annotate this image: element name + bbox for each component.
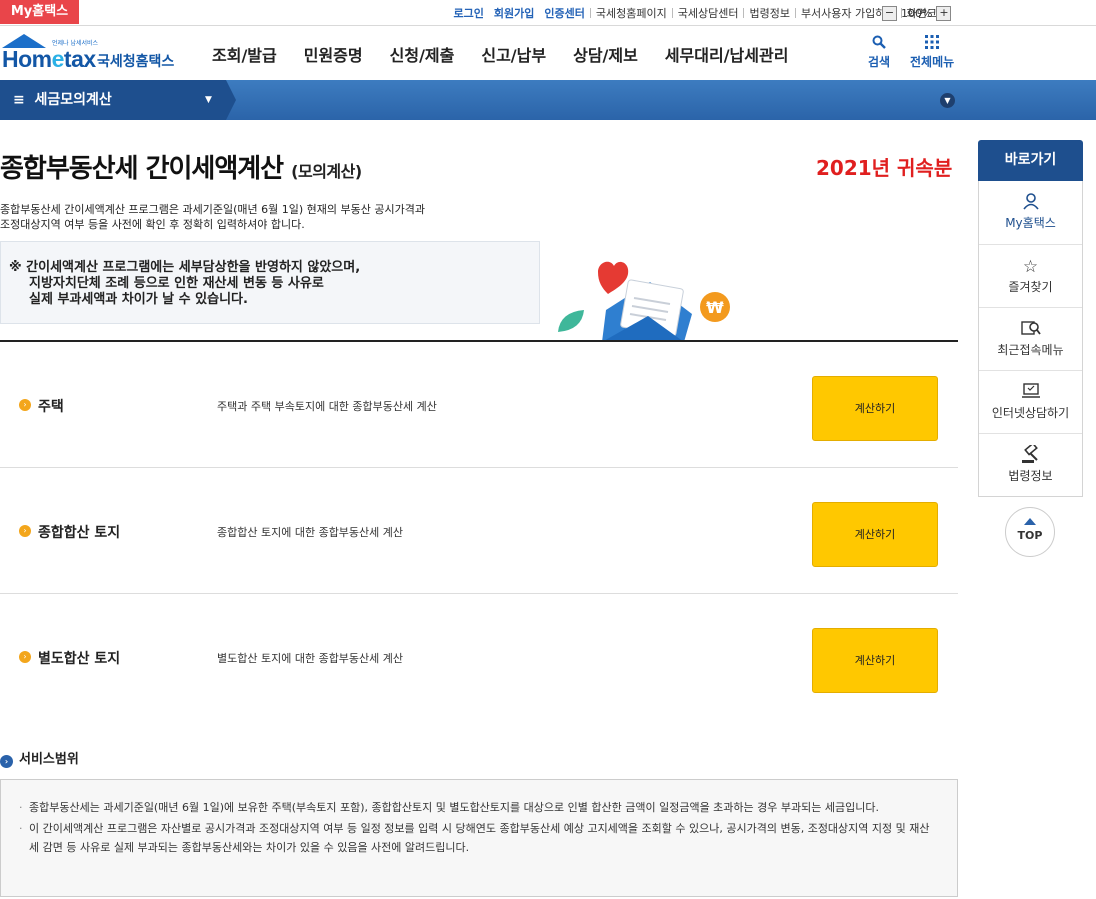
heart-icon [598, 261, 629, 294]
page-title: 종합부동산세 간이세액계산 (모의계산) [0, 154, 362, 184]
quick-item-label: 즐겨찾기 [1008, 280, 1053, 294]
quick-item-online-counsel[interactable]: 인터넷상담하기 [979, 370, 1082, 433]
quick-menu: 바로가기 My홈택스 ☆ 즐겨찾기 최근접속메뉴 인터넷상담하기 법령정보 [978, 140, 1083, 497]
tax-counsel-center-link[interactable]: 국세상담센터 [673, 5, 744, 21]
logo-brand: Hometax [2, 46, 96, 72]
illustration: ₩ [552, 254, 742, 342]
calc-row-separate-land: › 별도합산 토지 별도합산 토지에 대한 종합부동산세 계산 계산하기 [0, 594, 958, 720]
calculate-aggregate-land-button[interactable]: 계산하기 [812, 502, 938, 567]
main-header: 언제나 납세서비스 Hometax 국세청홈택스 조회/발급 민원증명 신청/제… [0, 27, 1096, 80]
scroll-top-label: TOP [1017, 529, 1043, 542]
year-label: 2021년 귀속분 [816, 156, 953, 180]
quick-item-label: 최근접속메뉴 [997, 343, 1064, 357]
quick-item-law-info[interactable]: 법령정보 [979, 433, 1082, 496]
auth-center-link[interactable]: 인증센터 [539, 5, 589, 21]
quick-item-label: 법령정보 [1008, 469, 1053, 483]
quick-item-recent-menu[interactable]: 최근접속메뉴 [979, 307, 1082, 370]
menu-selector[interactable]: ≡ 세금모의계산 ▼ [0, 80, 236, 120]
service-scope-item: 이 간이세액계산 프로그램은 자산별로 공시가격과 조정대상지역 여부 등 일정… [19, 819, 939, 857]
won-symbol: ₩ [706, 298, 724, 317]
all-menu-button[interactable]: 전체메뉴 [910, 35, 954, 70]
grid-icon [910, 35, 954, 53]
calculate-housing-button[interactable]: 계산하기 [812, 376, 938, 441]
service-scope-title: › 서비스범위 [0, 748, 79, 768]
caret-down-icon: ▼ [205, 95, 212, 105]
nav-item-tax-agent[interactable]: 세무대리/납세관리 [665, 42, 789, 66]
calc-row-aggregate-land: › 종합합산 토지 종합합산 토지에 대한 종합부동산세 계산 계산하기 [0, 468, 958, 594]
hamburger-icon: ≡ [13, 92, 35, 108]
arrow-bullet-icon: › [19, 525, 31, 537]
nav-item-civil-cert[interactable]: 민원증명 [304, 42, 363, 66]
zoom-in-button[interactable]: + [936, 5, 952, 21]
page-title-suffix: (모의계산) [291, 162, 362, 181]
calc-row-desc: 종합합산 토지에 대한 종합부동산세 계산 [217, 526, 404, 539]
calc-row-title: 주택 [38, 399, 64, 415]
law-info-link[interactable]: 법령정보 [744, 5, 794, 21]
service-scope-item: 종합부동산세는 과세기준일(매년 6월 1일)에 보유한 주택(부속토지 포함)… [19, 798, 939, 817]
zoom-control: − 100% + [882, 4, 952, 22]
leaf-icon [558, 310, 584, 332]
won-coin-icon: ₩ [700, 292, 730, 322]
search-label: 검색 [868, 55, 891, 69]
top-utility-bar: My홈택스 로그인 회원가입 인증센터 국세청홈페이지 국세상담센터 법령정보 … [0, 0, 1096, 26]
calc-row-desc: 주택과 주택 부속토지에 대한 종합부동산세 계산 [217, 400, 437, 413]
recent-search-icon [979, 319, 1082, 341]
arrow-circle-icon: › [0, 755, 13, 768]
hometax-logo[interactable]: 언제나 납세서비스 Hometax 국세청홈택스 [2, 34, 192, 74]
person-icon [979, 192, 1082, 214]
page-description: 종합부동산세 간이세액계산 프로그램은 과세기준일(매년 6월 1일) 현재의 … [0, 203, 425, 231]
nav-item-report-pay[interactable]: 신고/납부 [481, 42, 546, 66]
quick-menu-title: 바로가기 [978, 140, 1083, 181]
star-icon: ☆ [1022, 257, 1039, 277]
calc-row-title: 별도합산 토지 [38, 651, 121, 667]
nav-item-apply[interactable]: 신청/제출 [390, 42, 455, 66]
quick-item-label: 인터넷상담하기 [991, 406, 1070, 420]
gavel-icon [979, 442, 1082, 467]
signup-link[interactable]: 회원가입 [489, 5, 539, 21]
logo-korean-name: 국세청홈택스 [97, 54, 175, 70]
nav-item-inquiry[interactable]: 조회/발급 [212, 42, 277, 66]
all-menu-label: 전체메뉴 [910, 55, 955, 69]
calc-row-title: 종합합산 토지 [38, 525, 121, 541]
quick-item-my-hometax[interactable]: My홈택스 [979, 181, 1082, 244]
notice-box: ※ 간이세액계산 프로그램에는 세부담상한을 반영하지 않았으며, 지방자치단체… [0, 241, 540, 324]
main-nav: 조회/발급 민원증명 신청/제출 신고/납부 상담/제보 세무대리/납세관리 [212, 27, 815, 80]
my-hometax-badge[interactable]: My홈택스 [0, 0, 79, 24]
zoom-value: 100% [901, 6, 933, 20]
arrow-up-icon [1024, 518, 1036, 525]
calc-row-housing: › 주택 주택과 주택 부속토지에 대한 종합부동산세 계산 계산하기 [0, 342, 958, 468]
arrow-bullet-icon: › [19, 651, 31, 663]
calc-row-desc: 별도합산 토지에 대한 종합부동산세 계산 [217, 652, 404, 665]
menu-selector-label: 세금모의계산 [34, 92, 112, 108]
chevron-down-icon[interactable]: ▼ [940, 93, 955, 108]
zoom-out-button[interactable]: − [882, 5, 897, 21]
arrow-bullet-icon: › [19, 399, 31, 411]
quick-item-label: My홈택스 [1005, 216, 1056, 230]
calculate-separate-land-button[interactable]: 계산하기 [812, 628, 938, 693]
utility-links: 로그인 회원가입 인증센터 국세청홈페이지 국세상담센터 법령정보 부서사용자 … [449, 0, 952, 26]
search-button[interactable]: 검색 [868, 35, 890, 70]
service-scope-box: 종합부동산세는 과세기준일(매년 6월 1일)에 보유한 주택(부속토지 포함)… [0, 779, 958, 897]
monitor-chat-icon [979, 382, 1082, 404]
scroll-top-button[interactable]: TOP [1005, 507, 1055, 557]
sub-nav-bar: ≡ 세금모의계산 ▼ ▼ [0, 80, 1096, 120]
quick-item-favorites[interactable]: ☆ 즐겨찾기 [979, 244, 1082, 307]
nts-homepage-link[interactable]: 국세청홈페이지 [591, 5, 672, 21]
quick-menu-list: My홈택스 ☆ 즐겨찾기 최근접속메뉴 인터넷상담하기 법령정보 [978, 181, 1083, 497]
login-link[interactable]: 로그인 [449, 5, 489, 21]
search-icon [868, 35, 890, 53]
nav-item-counsel[interactable]: 상담/제보 [573, 42, 638, 66]
